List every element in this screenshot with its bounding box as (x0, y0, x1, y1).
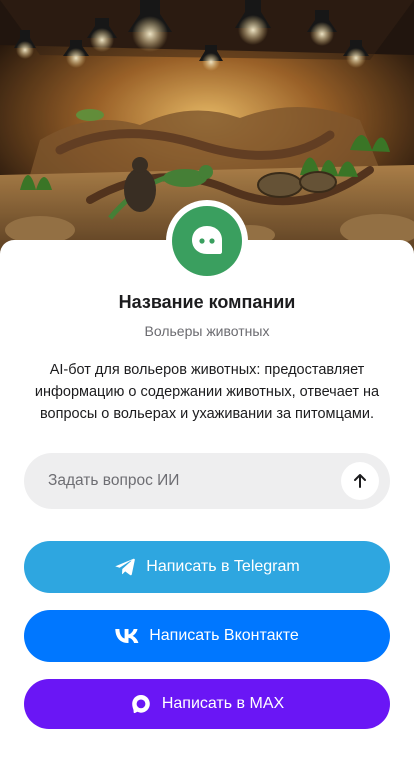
send-button[interactable] (341, 462, 379, 500)
company-name: Название компании (118, 292, 296, 312)
avatar (172, 206, 242, 276)
write-telegram-button[interactable]: Написать в Telegram (24, 541, 390, 593)
company-description: AI-бот для вольеров животных: предоставл… (34, 362, 380, 422)
ask-ai-input[interactable] (48, 453, 348, 509)
ask-ai-box (24, 453, 390, 509)
max-icon (130, 693, 152, 715)
telegram-icon (114, 557, 136, 577)
vk-icon (115, 629, 139, 643)
company-category: Вольеры животных (144, 323, 270, 339)
write-vk-button[interactable]: Написать Вконтакте (24, 610, 390, 662)
chat-bot-icon (192, 226, 222, 254)
company-avatar (166, 200, 248, 282)
arrow-up-icon (354, 474, 366, 488)
vk-button-label: Написать Вконтакте (149, 627, 299, 644)
write-max-button[interactable]: Написать в MAX (24, 679, 390, 729)
max-button-label: Написать в MAX (161, 695, 285, 712)
page: Название компании Вольеры животных AI-бо… (0, 0, 414, 770)
telegram-button-label: Написать в Telegram (146, 558, 300, 575)
